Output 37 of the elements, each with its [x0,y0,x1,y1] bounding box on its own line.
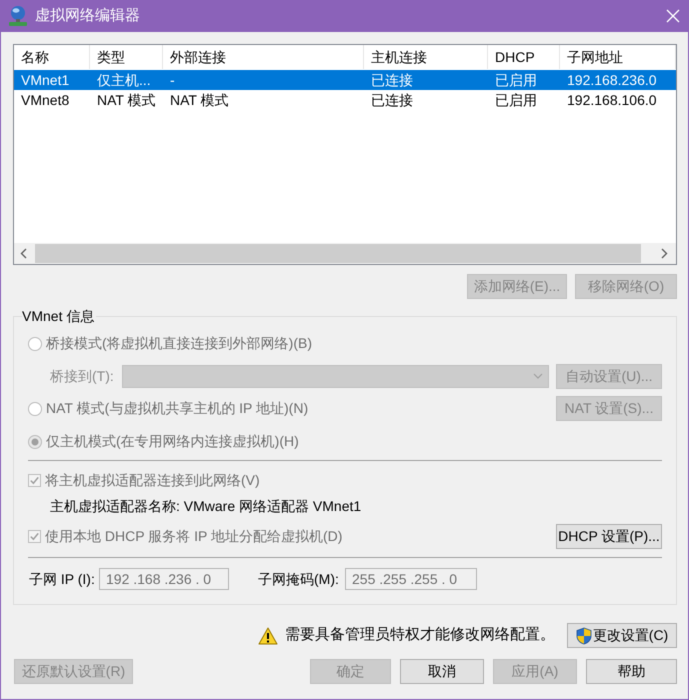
field-label: 子网 IP (I): [28,570,96,589]
column-header[interactable]: DHCP [488,45,560,69]
window-title: 虚拟网络编辑器 [35,6,140,26]
table-cell-text: VMnet8 [20,90,70,110]
field-label: 子网掩码(M): [258,570,340,589]
dialog-button[interactable]: 取消 [400,659,484,684]
horizontal-scrollbar[interactable] [14,243,676,264]
table-cell-text: 已启用 [494,70,538,90]
table-cell-text: NAT 模式 [169,90,230,110]
adapter-name-text: 主机虚拟适配器名称: VMware 网络适配器 VMnet1 [50,496,362,516]
table-cell-text: 仅主机... [96,70,152,90]
warning-icon [258,626,278,644]
change-settings-button[interactable]: 更改设置(C) [567,623,677,648]
dialog-button[interactable]: 帮助 [586,659,677,684]
table-cell-text: 192.168.236.0 [566,70,658,90]
chevron-left-icon[interactable] [20,248,27,259]
table-cell-text: 已启用 [494,90,538,110]
column-header[interactable]: 类型 [90,45,163,69]
chevron-right-icon[interactable] [661,248,668,259]
column-header[interactable]: 名称 [14,45,90,69]
close-icon[interactable] [666,9,680,23]
table-cell-text: VMnet1 [20,70,70,90]
column-header[interactable]: 主机连接 [364,45,488,69]
table-cell-text: 已连接 [370,70,414,90]
table-row[interactable]: VMnet1 仅主机... - 已连接 已启用 192.168.236.0 [14,70,676,90]
warning-message: 需要具备管理员特权才能修改网络配置。 [285,625,555,646]
table-cell-text: 已连接 [370,90,414,110]
group-title: VMnet 信息 [22,307,96,325]
shield-icon [576,626,592,644]
scrollbar-thumb[interactable] [35,244,641,263]
table-cell-text: - [169,70,176,90]
globe-icon [7,5,29,27]
table-cell-text: 192.168.106.0 [566,90,658,110]
table-cell-text: NAT 模式 [96,90,157,110]
column-header[interactable]: 外部连接 [163,45,364,69]
field-label: 桥接到(T): [50,366,115,386]
column-header[interactable]: 子网地址 [560,45,676,69]
